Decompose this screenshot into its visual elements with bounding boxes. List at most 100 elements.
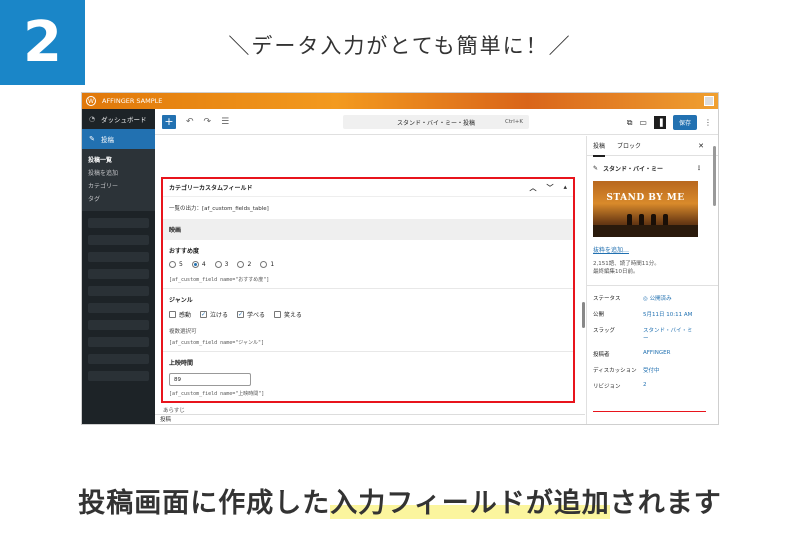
row-value: AFFINGER [643,349,671,356]
featured-image[interactable]: STAND BY ME [593,181,698,237]
runtime-input[interactable]: 89 [169,373,251,386]
inspector-row-discussion[interactable]: ディスカッション 受付中 [587,366,718,374]
tab-block[interactable]: ブロック [617,141,641,150]
checkbox-checked-icon[interactable]: ✓ [200,311,208,318]
radio-icon[interactable] [260,261,268,268]
chevron-down-icon[interactable]: ﹀ [546,183,553,193]
row-key: リビジョン [593,383,621,390]
checkbox-icon[interactable] [169,311,176,318]
radio-option[interactable]: 3 [214,261,229,268]
radio-option[interactable]: 2 [237,261,251,268]
field-recommend: おすすめ度 5 4 3 2 1 [af_custom_field name="お… [163,240,573,289]
blurred-menu-item [88,235,149,245]
row-value: ◎ 公開済み [643,294,672,302]
blurred-menu-item [88,218,149,228]
canvas-scrollbar[interactable] [582,302,585,328]
checkbox-option[interactable]: ✓ 泣ける [200,310,228,319]
radio-option[interactable]: 4 [191,261,206,268]
radio-option[interactable]: 1 [260,261,274,268]
meta-box-controls: ︿ ﹀ ▴ [529,183,567,193]
close-icon[interactable]: ✕ [698,142,704,150]
breadcrumb-footer[interactable]: 投稿 [155,414,585,424]
row-key: 公開 [593,311,605,318]
more-options-icon[interactable]: ⋮ [704,118,712,127]
field-label: ジャンル [169,297,193,304]
field-label: おすすめ度 [169,248,200,255]
row-value: 受付中 [643,367,660,374]
admin-bar: W AFFINGER SAMPLE [82,93,718,109]
external-link-icon[interactable]: ⧉ [627,118,633,128]
field-hint: 複数選択可 [169,329,197,335]
blurred-menu-item [88,320,149,330]
radio-icon[interactable] [237,261,245,268]
sidebar-item-label: 投稿 [101,136,114,144]
checkbox-option[interactable]: ✓ 学べる [237,310,265,319]
post-summary: ✎ スタンド・バイ・ミー ⋮ [587,156,718,177]
settings-panel-icon[interactable]: ▐ [653,116,666,129]
radio-option[interactable]: 5 [169,261,183,268]
more-options-icon[interactable]: ⋮ [696,165,702,172]
radio-icon[interactable] [191,261,199,268]
sidebar-item-dashboard[interactable]: ◔ ダッシュボード [82,109,155,129]
sidebar-sub-add-post[interactable]: 投稿を追加 [82,166,155,179]
sidebar-sub-all-posts[interactable]: 投稿一覧 [82,153,155,166]
blurred-menu-item [88,371,149,381]
field-shortcode: [af_custom_field name="上映時間"] [169,391,265,397]
checkbox-label: 笑える [284,312,302,319]
caption-after: されます [609,488,722,519]
inspector-row-slug[interactable]: スラッグ スタンド・バイ・ミー [587,326,718,342]
save-button[interactable]: 保存 [672,115,697,130]
pin-icon: ✎ [89,135,95,143]
editor-canvas: カテゴリーカスタムフィールド ︿ ﹀ ▴ 一覧の出力：[af_custom_fi… [155,136,585,424]
redo-icon[interactable]: ↷ [204,117,212,127]
field-label: 上映時間 [169,360,194,367]
wordpress-logo-icon[interactable]: W [86,96,96,106]
caption-highlight: 入力フィールドが追加 [330,488,610,519]
inspector-row-status[interactable]: ステータス ◎ 公開済み [587,294,718,302]
collapse-icon[interactable]: ▴ [563,183,567,193]
custom-fields-meta-box: カテゴリーカスタムフィールド ︿ ﹀ ▴ 一覧の出力：[af_custom_fi… [161,177,575,403]
word-count: 2,151語、読了時間11分。 [593,261,660,267]
editor-screenshot: W AFFINGER SAMPLE ◔ ダッシュボード ✎ 投稿 投稿一覧 投稿… [81,92,719,425]
inspector-edge-marker [593,411,706,412]
blurred-menu-item [88,269,149,279]
sidebar-item-posts[interactable]: ✎ 投稿 [82,129,155,149]
sidebar-sub-tags[interactable]: タグ [82,192,155,205]
checkbox-icon[interactable] [274,311,282,318]
checkbox-checked-icon[interactable]: ✓ [237,311,245,318]
radio-label: 3 [224,261,229,268]
inspector-row-publish[interactable]: 公開 5月11日 10:11 AM [587,310,718,318]
add-excerpt-link[interactable]: 抜粋を追加… [587,241,718,254]
radio-label: 4 [201,261,206,268]
checkbox-label: 感動 [179,312,192,319]
radio-icon[interactable] [214,261,222,268]
document-title-bar[interactable]: スタンド・バイ・ミー・投稿 Ctrl+K [343,115,529,129]
site-name[interactable]: AFFINGER SAMPLE [102,97,162,105]
caption: 投稿画面に作成した入力フィールドが追加されます [0,481,800,520]
add-block-button[interactable]: + [162,114,176,129]
radio-label: 1 [270,261,275,268]
blurred-menu-item [88,337,149,347]
last-edited: 最終編集10日前。 [593,269,639,276]
field-runtime: 上映時間 89 [af_custom_field name="上映時間"] [163,352,573,402]
caption-before: 投稿画面に作成した [78,488,331,519]
avatar[interactable] [704,96,714,106]
checkbox-option[interactable]: 感動 [169,310,191,319]
undo-icon[interactable]: ↶ [186,117,194,127]
inspector-row-author[interactable]: 投稿者 AFFINGER [587,350,718,358]
inspector-scrollbar[interactable] [713,146,716,206]
list-view-icon[interactable]: ☰ [221,117,229,127]
checkbox-group: 感動 ✓ 泣ける ✓ 学べる 笑える [169,310,567,319]
blurred-menu-item [88,303,149,313]
sidebar-sub-categories[interactable]: カテゴリー [82,179,155,192]
checkbox-option[interactable]: 笑える [274,310,302,319]
tab-post[interactable]: 投稿 [593,134,606,157]
inspector-row-revisions[interactable]: リビジョン 2 [587,382,718,390]
row-key: スラッグ [593,327,616,334]
preview-device-icon[interactable]: ▭ [639,118,647,127]
row-key: ステータス [593,295,621,302]
radio-icon[interactable] [169,261,176,268]
sidebar-submenu: 投稿一覧 投稿を追加 カテゴリー タグ [82,149,155,211]
chevron-up-icon[interactable]: ︿ [529,183,536,193]
field-shortcode: [af_custom_field name="ジャンル"] [169,340,265,346]
